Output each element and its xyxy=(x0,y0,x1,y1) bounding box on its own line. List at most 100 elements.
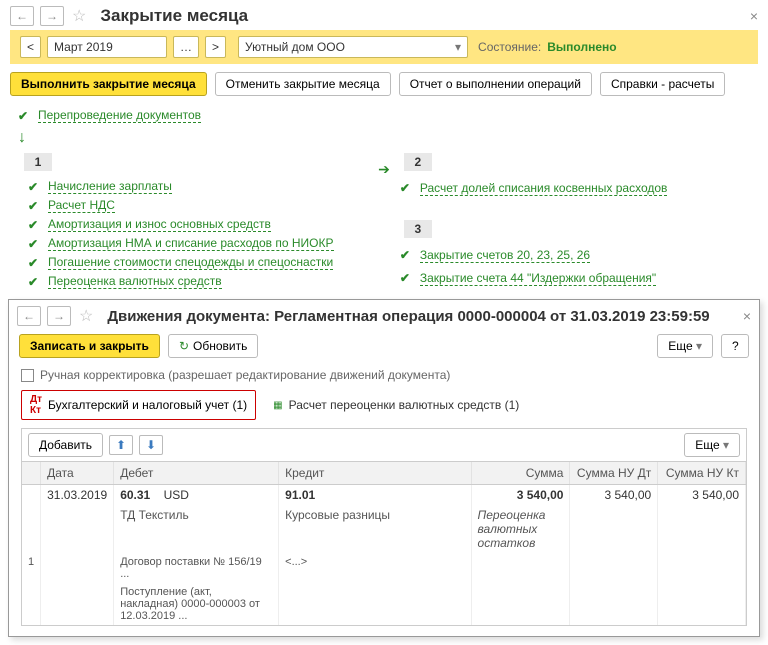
dtkt-icon: ДтКт xyxy=(30,394,42,416)
close-icon[interactable]: × xyxy=(750,8,758,24)
op-salary-link[interactable]: Начисление зарплаты xyxy=(48,179,172,194)
help-button[interactable]: ? xyxy=(721,334,749,358)
operations-report-button[interactable]: Отчет о выполнении операций xyxy=(399,72,592,96)
step-2-badge: 2 xyxy=(404,153,432,171)
cell-credit-acc: 91.01 xyxy=(279,485,471,506)
move-up-button[interactable]: ⬆ xyxy=(109,435,133,455)
manual-edit-label: Ручная корректировка (разрешает редактир… xyxy=(40,368,450,382)
table-row[interactable]: Поступление (акт, накладная) 0000-000003… xyxy=(22,583,746,625)
table-row[interactable]: 31.03.2019 60.31 USD 91.01 3 540,00 3 54… xyxy=(22,485,746,506)
table-row[interactable]: ТД Текстиль Курсовые разницы Переоценка … xyxy=(22,505,746,553)
steps-area: 1 ✔Начисление зарплаты ✔Расчет НДС ✔Амор… xyxy=(0,151,768,291)
period-next-button[interactable]: > xyxy=(205,36,226,58)
entries-grid: Дата Дебет Кредит Сумма Сумма НУ Дт Сумм… xyxy=(21,461,747,626)
table-row[interactable]: 1 Договор поставки № 156/19 ... <...> xyxy=(22,553,746,583)
cell-debit-sub3: Поступление (акт, накладная) 0000-000003… xyxy=(114,583,279,625)
state-label: Состояние: xyxy=(478,40,541,54)
check-icon: ✔ xyxy=(28,199,40,213)
col-sum-nu-kt[interactable]: Сумма НУ Кт xyxy=(658,462,746,485)
cell-sum-nu-kt: 3 540,00 xyxy=(658,485,746,506)
period-prev-button[interactable]: < xyxy=(20,36,41,58)
col-date[interactable]: Дата xyxy=(41,462,114,485)
main-toolbar: Выполнить закрытие месяца Отменить закры… xyxy=(0,64,768,106)
op-spec-link[interactable]: Погашение стоимости спецодежды и спецосн… xyxy=(48,255,333,270)
col-sum[interactable]: Сумма xyxy=(471,462,570,485)
sub-nav-back-button[interactable]: ← xyxy=(17,306,41,326)
grid-more-button[interactable]: Еще ▾ xyxy=(684,433,740,457)
save-close-button[interactable]: Записать и закрыть xyxy=(19,334,160,358)
step-arrow-right: ➔ xyxy=(378,151,390,291)
cell-row-num: 1 xyxy=(22,553,41,583)
sub-close-icon[interactable]: × xyxy=(743,308,751,324)
check-icon: ✔ xyxy=(400,181,412,196)
arrow-right-icon: ➔ xyxy=(378,155,390,184)
cell-credit-sub1: Курсовые разницы xyxy=(279,505,471,553)
cell-credit-sub2: <...> xyxy=(279,553,471,583)
refresh-button[interactable]: Обновить xyxy=(168,334,258,358)
star-icon[interactable]: ☆ xyxy=(72,6,86,26)
op-revalue-link[interactable]: Переоценка валютных средств xyxy=(48,274,222,289)
cell-sum-nu-dt: 3 540,00 xyxy=(570,485,658,506)
more-button[interactable]: Еще ▾ xyxy=(657,334,713,358)
check-icon: ✔ xyxy=(28,256,40,270)
period-bar: < Март 2019 … > Уютный дом ООО ▾ Состоян… xyxy=(10,30,758,64)
state-value: Выполнено xyxy=(547,40,616,54)
cancel-close-month-button[interactable]: Отменить закрытие месяца xyxy=(215,72,391,96)
check-icon: ✔ xyxy=(400,271,412,286)
run-close-month-button[interactable]: Выполнить закрытие месяца xyxy=(10,72,207,96)
tab-revalue-label: Расчет переоценки валютных средств (1) xyxy=(289,398,520,412)
check-icon: ✔ xyxy=(400,248,412,263)
cell-debit-acc: 60.31 USD xyxy=(114,485,279,506)
op-reconduct: ✔ Перепроведение документов xyxy=(0,106,768,125)
column-1: 1 ✔Начисление зарплаты ✔Расчет НДС ✔Амор… xyxy=(10,151,378,291)
cell-sum: 3 540,00 xyxy=(471,485,570,506)
op-deprec-nma-link[interactable]: Амортизация НМА и списание расходов по Н… xyxy=(48,236,334,251)
op-indirect-link[interactable]: Расчет долей списания косвенных расходов xyxy=(420,181,668,196)
cell-date: 31.03.2019 xyxy=(41,485,114,506)
column-2: 2 ✔ Расчет долей списания косвенных расхо… xyxy=(390,151,758,291)
col-debit[interactable]: Дебет xyxy=(114,462,279,485)
org-field[interactable]: Уютный дом ООО ▾ xyxy=(238,36,468,58)
cell-debit-sub2: Договор поставки № 156/19 ... xyxy=(114,553,279,583)
sub-nav-forward-button[interactable]: → xyxy=(47,306,71,326)
op-close-44-link[interactable]: Закрытие счета 44 "Издержки обращения" xyxy=(420,271,656,286)
op-deprec-os-link[interactable]: Амортизация и износ основных средств xyxy=(48,217,271,232)
op-close-20-link[interactable]: Закрытие счетов 20, 23, 25, 26 xyxy=(420,248,590,263)
period-value: Март 2019 xyxy=(54,40,113,54)
step-3-badge: 3 xyxy=(404,220,432,238)
help-reports-button[interactable]: Справки - расчеты xyxy=(600,72,725,96)
period-field[interactable]: Март 2019 xyxy=(47,36,167,58)
check-icon: ✔ xyxy=(18,109,30,123)
grid-icon: ▦ xyxy=(273,400,282,411)
manual-edit-line: Ручная корректировка (разрешает редактир… xyxy=(17,366,751,390)
dropdown-icon: ▾ xyxy=(455,40,461,54)
op-reconduct-link[interactable]: Перепроведение документов xyxy=(38,108,201,123)
star-icon[interactable]: ☆ xyxy=(79,306,93,326)
main-topbar: ← → ☆ Закрытие месяца × xyxy=(0,0,768,30)
grid-header-row: Дата Дебет Кредит Сумма Сумма НУ Дт Сумм… xyxy=(22,462,746,485)
check-icon: ✔ xyxy=(28,237,40,251)
dropdown-icon: ▾ xyxy=(696,339,702,353)
sub-tabs: ДтКт Бухгалтерский и налоговый учет (1) … xyxy=(17,390,751,428)
col-sum-nu-dt[interactable]: Сумма НУ Дт xyxy=(570,462,658,485)
tab-revalue-calc[interactable]: ▦ Расчет переоценки валютных средств (1) xyxy=(264,390,528,420)
nav-forward-button[interactable]: → xyxy=(40,6,64,26)
page-title: Закрытие месяца xyxy=(100,6,248,26)
dropdown-icon: ▾ xyxy=(723,438,729,452)
period-select-button[interactable]: … xyxy=(173,36,199,58)
col-credit[interactable]: Кредит xyxy=(279,462,471,485)
tab-accounting[interactable]: ДтКт Бухгалтерский и налоговый учет (1) xyxy=(21,390,256,420)
cell-debit-sub1: ТД Текстиль xyxy=(114,505,279,553)
movements-window: ← → ☆ Движения документа: Регламентная о… xyxy=(8,299,760,637)
org-value: Уютный дом ООО xyxy=(245,40,345,54)
op-vat-link[interactable]: Расчет НДС xyxy=(48,198,115,213)
sub-title: Движения документа: Регламентная операци… xyxy=(107,308,709,325)
nav-back-button[interactable]: ← xyxy=(10,6,34,26)
manual-edit-checkbox[interactable] xyxy=(21,369,34,382)
check-icon: ✔ xyxy=(28,180,40,194)
tab-accounting-label: Бухгалтерский и налоговый учет (1) xyxy=(48,398,247,412)
move-down-button[interactable]: ⬇ xyxy=(139,435,163,455)
arrow-down-icon: ↓ xyxy=(18,125,768,151)
check-icon: ✔ xyxy=(28,275,40,289)
add-row-button[interactable]: Добавить xyxy=(28,433,103,457)
